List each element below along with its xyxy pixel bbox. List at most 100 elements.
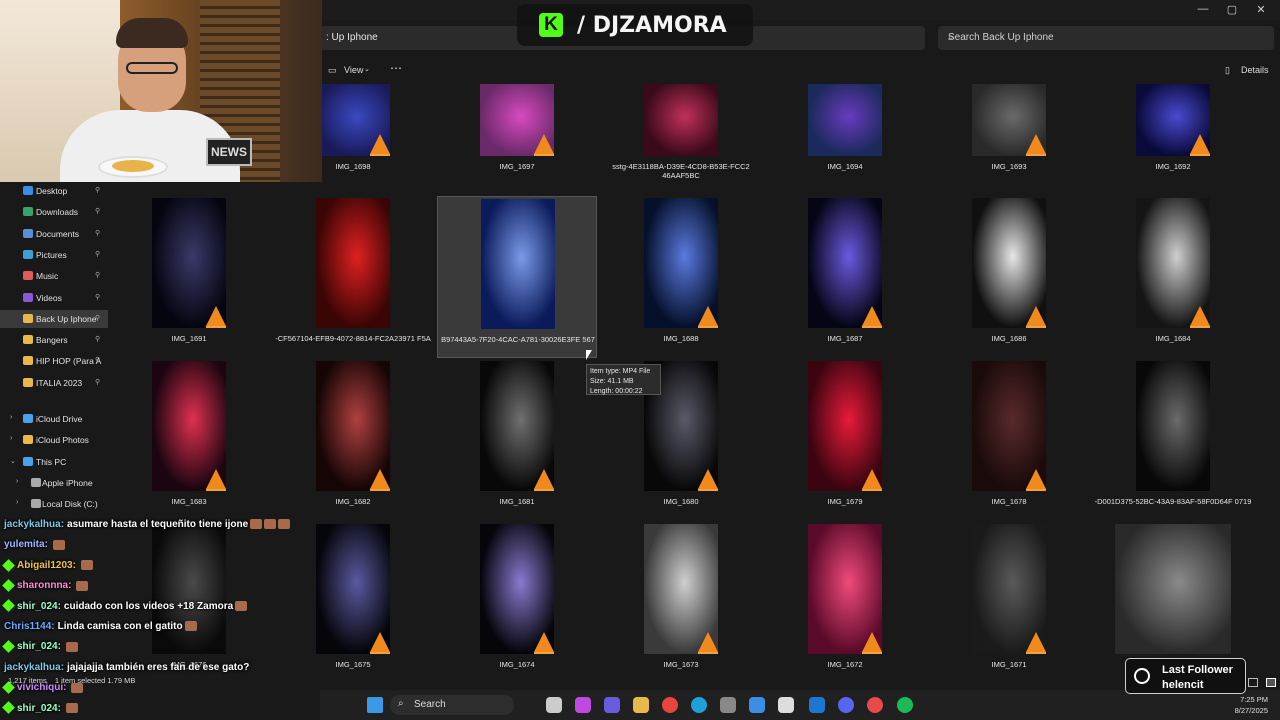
file-name: -CF567104-EFB9-4072-8814-FC2A23971 F5A bbox=[275, 334, 431, 343]
chevron-right-icon[interactable]: › bbox=[10, 414, 12, 421]
maximize-button[interactable]: ▢ bbox=[1219, 3, 1245, 16]
taskbar: ⌕ Search 7:25 PM 8/27/2025 bbox=[320, 690, 1280, 720]
view-toggle bbox=[1248, 674, 1277, 692]
chevron-right-icon[interactable]: › bbox=[16, 478, 18, 485]
nav-item-quick-access[interactable]: Bangers ⚲ bbox=[0, 331, 108, 349]
minimize-button[interactable]: — bbox=[1190, 3, 1216, 15]
file-tile[interactable]: IMG_1684 bbox=[1093, 196, 1253, 358]
outlook-icon[interactable] bbox=[809, 697, 825, 713]
taskbar-search[interactable]: ⌕ Search bbox=[390, 695, 514, 715]
file-tile[interactable]: IMG_1679 bbox=[765, 359, 925, 521]
file-tile[interactable]: -CF567104-EFB9-4072-8814-FC2A23971 F5A bbox=[273, 196, 433, 358]
file-tile[interactable]: IMG_1682 bbox=[273, 359, 433, 521]
discord-icon[interactable] bbox=[838, 697, 854, 713]
file-tile[interactable]: IMG_1674 bbox=[437, 522, 597, 684]
chat-username: shir_024: bbox=[17, 600, 61, 612]
webcam-sign: NEWS bbox=[206, 138, 252, 166]
app2-icon[interactable] bbox=[867, 697, 883, 713]
chat-username: shir_024: bbox=[17, 702, 61, 714]
emote-icon bbox=[65, 641, 78, 652]
vlc-icon bbox=[1190, 306, 1210, 328]
nav-item-label: HIP HOP (Para A bbox=[36, 356, 102, 367]
copilot-icon[interactable] bbox=[575, 697, 591, 713]
file-tile[interactable]: B97443A5-7F20-4CAC-A781-30026E3FE 567 bbox=[437, 196, 597, 358]
file-tile[interactable]: IMG_1672 bbox=[765, 522, 925, 684]
chat-message: shir_024: cuidado con los videos +18 Zamo… bbox=[2, 599, 248, 613]
vlc-icon bbox=[1190, 134, 1210, 156]
task-view-icon[interactable] bbox=[546, 697, 562, 713]
clock[interactable]: 7:25 PM 8/27/2025 bbox=[1208, 694, 1268, 716]
video-thumbnail bbox=[972, 198, 1046, 328]
nav-item-tree[interactable]: ⌄ This PC bbox=[0, 453, 108, 471]
file-name: IMG_1681 bbox=[499, 497, 535, 506]
file-explorer-icon[interactable] bbox=[633, 697, 649, 713]
chrome-icon[interactable] bbox=[662, 697, 678, 713]
nav-item-quick-access[interactable]: ITALIA 2023 ⚲ bbox=[0, 374, 108, 392]
file-tile[interactable]: IMG_1671 bbox=[929, 522, 1089, 684]
nav-item-tree[interactable]: › Local Disk (C:) bbox=[0, 495, 108, 513]
edge-icon[interactable] bbox=[691, 697, 707, 713]
chevron-down-icon[interactable]: ⌄ bbox=[10, 457, 16, 465]
chevron-right-icon[interactable]: › bbox=[10, 435, 12, 442]
file-tile[interactable]: IMG_1681 bbox=[437, 359, 597, 521]
file-tile[interactable]: IMG_1678 bbox=[929, 359, 1089, 521]
emote-icon bbox=[264, 519, 277, 530]
vlc-icon bbox=[370, 469, 390, 491]
video-thumbnail bbox=[1115, 524, 1231, 654]
nav-item-tree[interactable]: › iCloud Photos bbox=[0, 431, 108, 449]
vlc-icon bbox=[1026, 632, 1046, 654]
nav-item-label: Pictures bbox=[36, 249, 67, 260]
video-thumbnail bbox=[152, 198, 226, 328]
vlc-icon bbox=[370, 134, 390, 156]
pc-icon bbox=[23, 456, 33, 466]
nav-item-quick-access[interactable]: Desktop ⚲ bbox=[0, 182, 108, 200]
file-tile[interactable]: -D001D375-52BC-43A9-83AF-58F0D64F 0719 bbox=[1093, 359, 1253, 521]
details-view-icon[interactable] bbox=[1248, 678, 1258, 687]
teams-icon[interactable] bbox=[604, 697, 620, 713]
nav-item-quick-access[interactable]: Music ⚲ bbox=[0, 267, 108, 285]
spotify-icon[interactable] bbox=[897, 697, 913, 713]
file-tile[interactable]: IMG_1687 bbox=[765, 196, 925, 358]
file-tile[interactable]: IMG_1688 bbox=[601, 196, 761, 358]
nav-item-quick-access[interactable]: Videos ⚲ bbox=[0, 289, 108, 307]
chat-overlay: jackykalhua: asumare hasta el tequeñito t… bbox=[0, 516, 320, 720]
stream-brand: K / DJZAMORA bbox=[517, 4, 753, 46]
chat-username: jackykalhua: bbox=[4, 519, 65, 530]
chat-badge-icon bbox=[2, 579, 15, 592]
nav-item-label: iCloud Drive bbox=[36, 414, 83, 424]
file-tile[interactable]: IMG_1683 bbox=[109, 359, 269, 521]
chevron-right-icon[interactable]: › bbox=[16, 499, 18, 506]
nav-item-tree[interactable]: › iCloud Drive bbox=[0, 410, 108, 428]
nav-item-quick-access[interactable]: Downloads ⚲ bbox=[0, 203, 108, 221]
download-icon bbox=[23, 207, 33, 217]
nav-item-label: ITALIA 2023 bbox=[36, 377, 83, 388]
nav-item-label: Music bbox=[36, 271, 59, 282]
nav-item-quick-access[interactable]: Back Up Iphone ⚲ bbox=[0, 309, 108, 328]
nav-item-quick-access[interactable]: HIP HOP (Para A ⚲ bbox=[0, 352, 108, 370]
channel-name: / DJZAMORA bbox=[577, 13, 727, 38]
file-tile[interactable]: IMG_1691 bbox=[109, 196, 269, 358]
more-options-button[interactable]: ⋯ bbox=[390, 61, 402, 75]
file-tile[interactable]: IMG_1686 bbox=[929, 196, 1089, 358]
large-icons-view-icon[interactable] bbox=[1266, 678, 1277, 687]
store-icon[interactable] bbox=[749, 697, 765, 713]
file-name: IMG_1687 bbox=[827, 334, 863, 343]
nav-item-tree[interactable]: › Apple iPhone bbox=[0, 474, 108, 492]
file-name: IMG_1674 bbox=[499, 660, 535, 669]
file-name: IMG_1697 bbox=[499, 162, 535, 171]
chat-username: shir_024: bbox=[17, 641, 61, 653]
nav-item-quick-access[interactable]: Documents ⚲ bbox=[0, 225, 108, 243]
close-button[interactable]: ✕ bbox=[1248, 3, 1274, 16]
capcut-icon[interactable] bbox=[778, 697, 794, 713]
file-tile[interactable]: IMG_1673 bbox=[601, 522, 761, 684]
file-name: IMG_1673 bbox=[663, 660, 699, 669]
emote-icon bbox=[235, 600, 248, 611]
nav-item-quick-access[interactable]: Pictures ⚲ bbox=[0, 246, 108, 264]
app-icon[interactable] bbox=[720, 697, 736, 713]
emote-icon bbox=[52, 539, 65, 550]
search-box[interactable]: Search Back Up Iphone ⌕ bbox=[938, 26, 1274, 50]
search-icon: ⌕ bbox=[398, 698, 404, 709]
windows-icon[interactable] bbox=[367, 697, 383, 713]
video-thumbnail bbox=[972, 524, 1046, 654]
nav-item-label: This PC bbox=[36, 456, 67, 467]
